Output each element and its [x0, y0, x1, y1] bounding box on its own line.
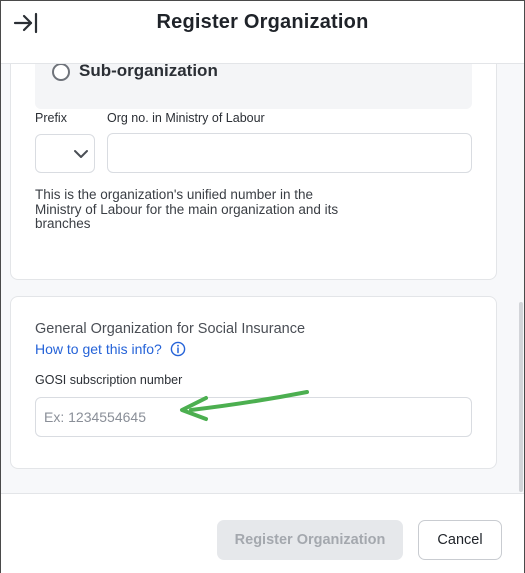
organization-card: Sub-organization Prefix Org no. in Minis…: [10, 64, 497, 280]
info-circle-icon[interactable]: [170, 341, 186, 357]
scrollbar[interactable]: [519, 302, 523, 492]
chevron-down-icon: [74, 150, 88, 158]
prefix-label: Prefix: [35, 111, 67, 125]
form-body[interactable]: Sub-organization Prefix Org no. in Minis…: [1, 64, 524, 493]
gosi-card: General Organization for Social Insuranc…: [10, 296, 497, 469]
org-number-help-text: This is the organization's unified numbe…: [35, 187, 339, 231]
page-title: Register Organization: [156, 11, 369, 33]
register-organization-button[interactable]: Register Organization: [217, 520, 403, 560]
how-to-get-info-label: How to get this info?: [35, 341, 162, 357]
sub-organization-radio[interactable]: [52, 64, 70, 81]
prefix-select[interactable]: [35, 134, 95, 173]
sub-organization-label: Sub-organization: [79, 64, 218, 80]
register-organization-panel: Register Organization Sub-organization P…: [0, 0, 525, 573]
gosi-subscription-input[interactable]: [35, 397, 472, 437]
gosi-subscription-label: GOSI subscription number: [35, 373, 183, 387]
org-number-input[interactable]: [107, 133, 472, 173]
how-to-get-info-link[interactable]: How to get this info?: [35, 341, 186, 357]
panel-header: Register Organization: [1, 1, 524, 64]
panel-footer: Register Organization Cancel: [1, 493, 524, 573]
gosi-section-title: General Organization for Social Insuranc…: [35, 321, 306, 337]
sub-organization-option[interactable]: Sub-organization: [35, 64, 472, 109]
cancel-button[interactable]: Cancel: [418, 520, 502, 560]
org-number-label: Org no. in Ministry of Labour: [107, 111, 265, 125]
